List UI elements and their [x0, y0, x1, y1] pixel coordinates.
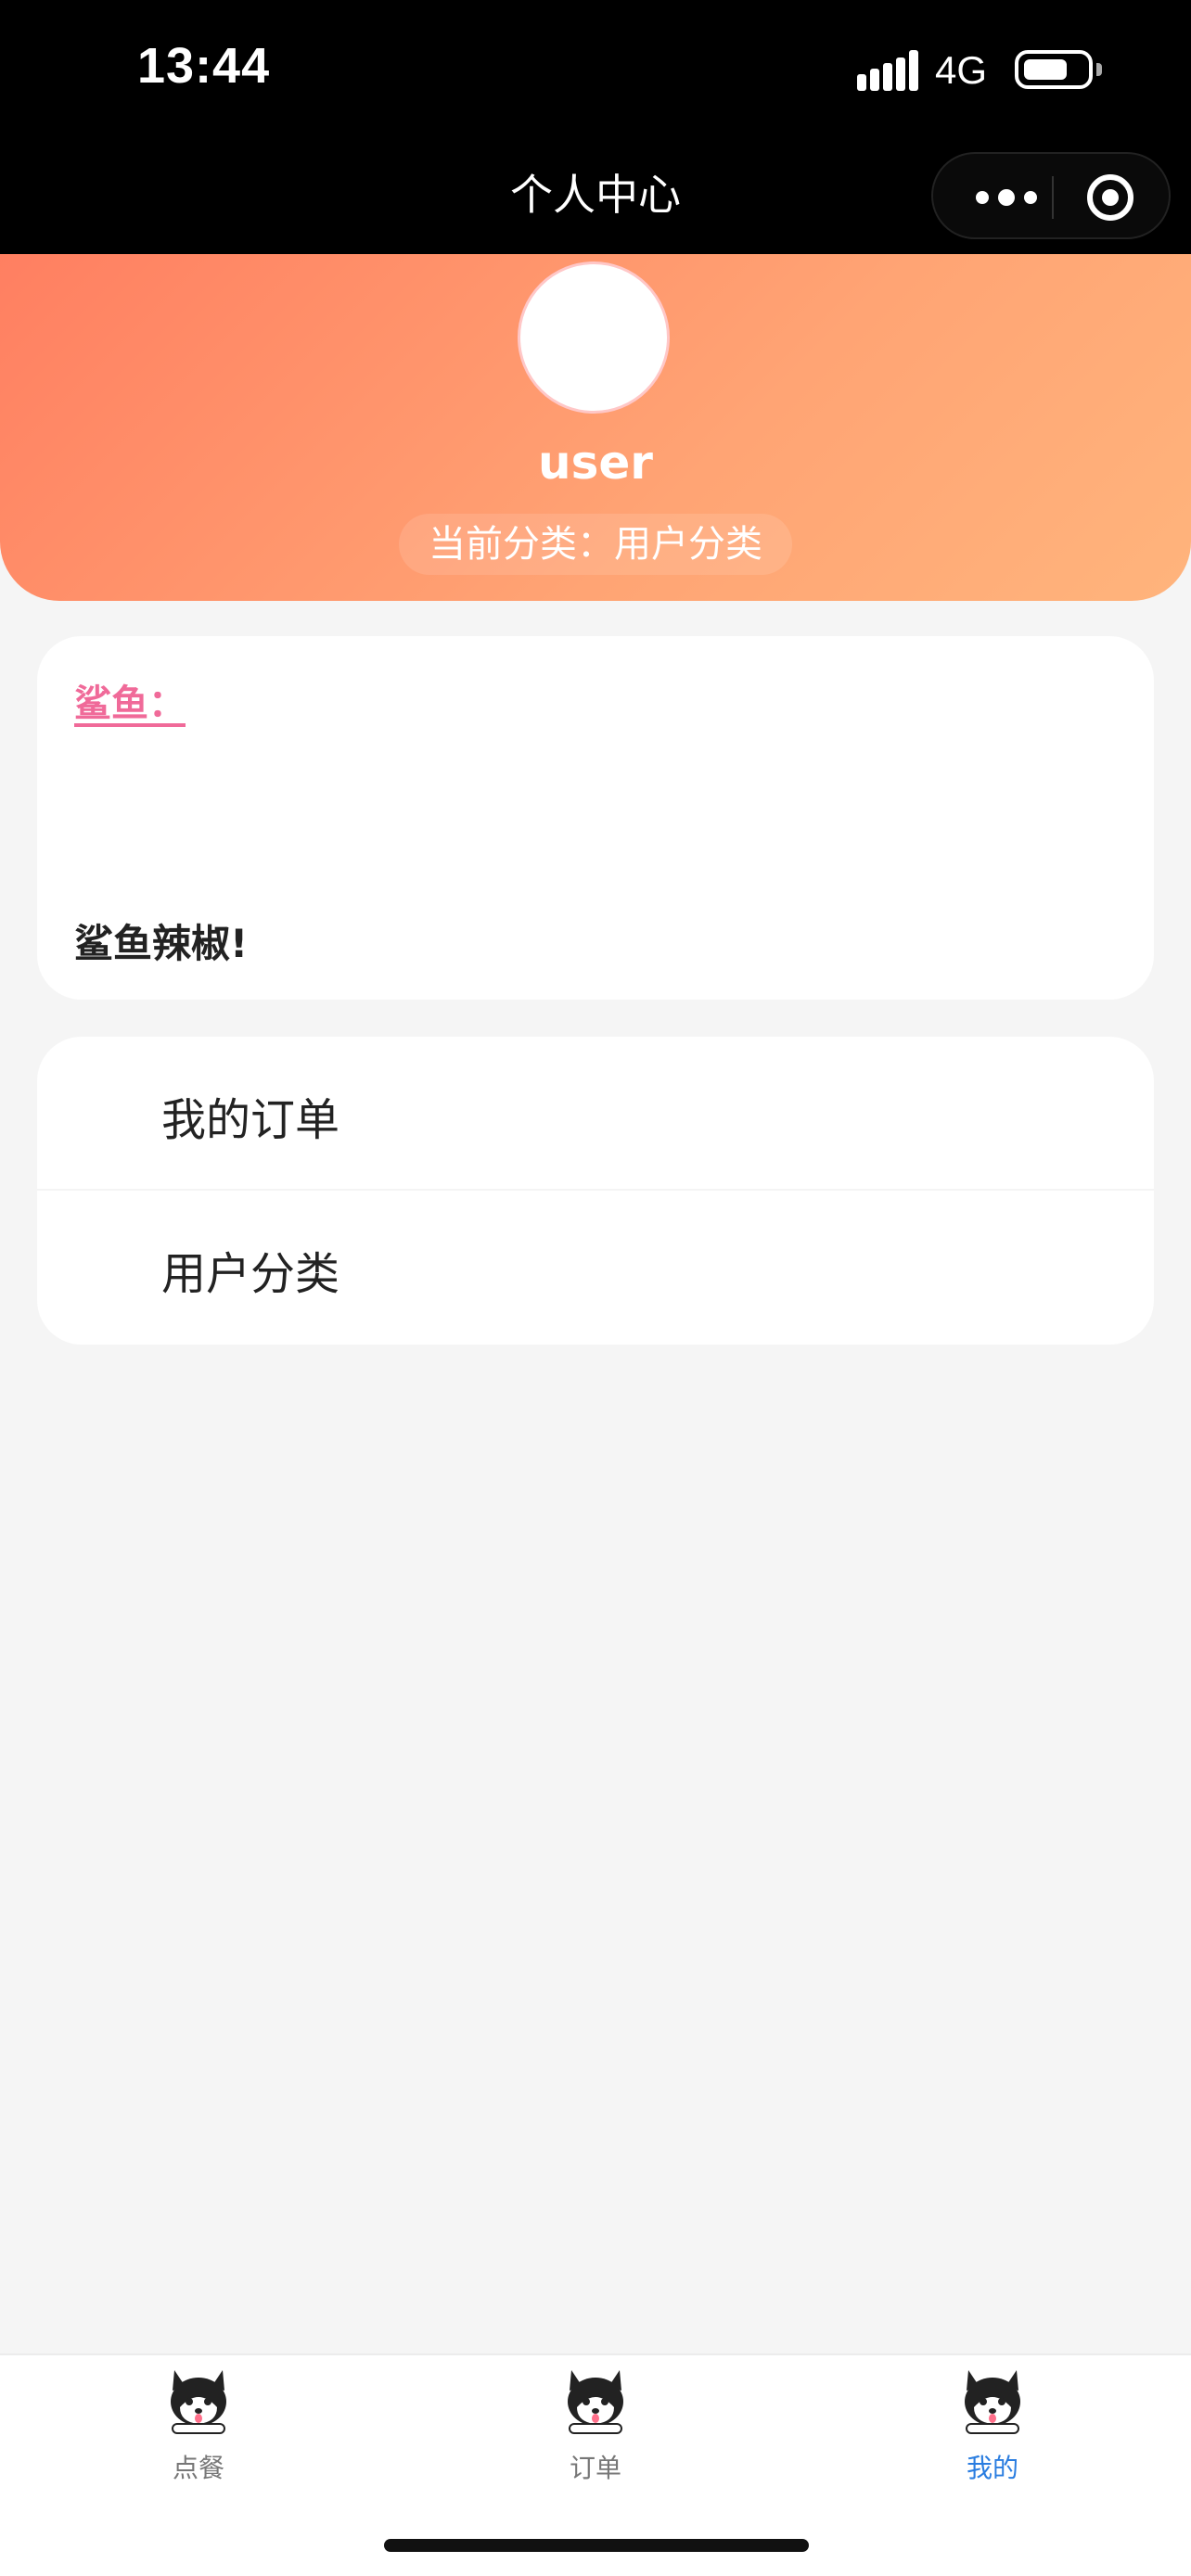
menu-item-my-orders[interactable]: 我的订单	[37, 1037, 1154, 1191]
home-indicator	[384, 2539, 809, 2552]
notice-card: 鲨鱼： 鲨鱼辣椒!	[37, 636, 1154, 1000]
more-options-icon[interactable]	[967, 154, 1052, 241]
menu-item-label: 我的订单	[161, 1094, 340, 1146]
tab-label: 点餐	[172, 2453, 224, 2483]
menu-card: 我的订单 用户分类	[37, 1037, 1154, 1345]
profile-header: user 当前分类：用户分类	[0, 254, 1191, 601]
tab-label: 订单	[569, 2453, 621, 2483]
husky-dog-icon	[171, 2370, 226, 2434]
username: user	[538, 436, 653, 490]
status-bar: 13:44 4G	[0, 0, 1191, 143]
capsule-divider	[1052, 176, 1054, 219]
nav-bar: 个人中心	[0, 143, 1191, 254]
husky-dog-icon	[965, 2370, 1020, 2434]
mini-program-capsule	[931, 152, 1171, 239]
close-target-icon[interactable]	[1087, 174, 1133, 221]
notice-message: 鲨鱼辣椒!	[74, 921, 249, 966]
battery-icon	[1015, 50, 1102, 89]
tab-mine[interactable]: 我的	[900, 2366, 1085, 2487]
avatar[interactable]	[518, 261, 670, 414]
tab-orders[interactable]: 订单	[503, 2366, 688, 2487]
menu-item-user-category[interactable]: 用户分类	[37, 1191, 1154, 1345]
husky-dog-icon	[568, 2370, 623, 2434]
status-time: 13:44	[137, 38, 271, 94]
tab-label: 我的	[966, 2453, 1018, 2483]
signal-icon	[857, 50, 920, 91]
menu-item-label: 用户分类	[161, 1248, 340, 1300]
current-category-badge: 当前分类：用户分类	[399, 514, 792, 575]
network-type: 4G	[935, 48, 988, 92]
notice-label: 鲨鱼：	[74, 682, 186, 725]
tab-order-food[interactable]: 点餐	[106, 2366, 291, 2487]
